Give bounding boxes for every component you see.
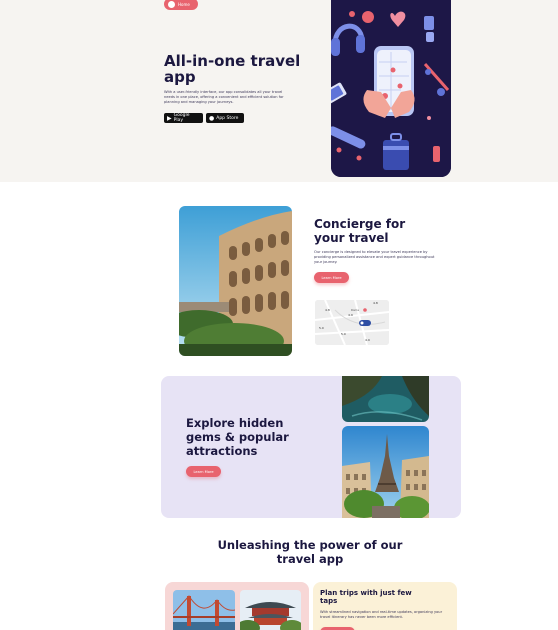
home-pill-label: Home — [178, 1, 190, 7]
power-section-title: Unleashing the power of our travel app — [217, 538, 403, 566]
hero-section: Home All-in-one travel app With a user-f… — [0, 0, 558, 182]
explore-learn-more-label: Learn More — [193, 469, 214, 474]
ocean-photo — [342, 376, 429, 422]
home-pill[interactable]: Home — [164, 0, 198, 10]
explore-learn-more-button[interactable]: Learn More — [186, 466, 221, 477]
temple-photo — [240, 590, 301, 630]
colosseum-photo — [179, 206, 292, 356]
map-rating-label: 5.0 — [319, 326, 324, 330]
home-icon — [168, 0, 175, 8]
google-play-label: Google Play — [173, 113, 190, 123]
concierge-learn-more-button[interactable]: Learn More — [314, 272, 349, 283]
concierge-learn-more-label: Learn More — [321, 275, 342, 280]
hero-illustration — [331, 0, 451, 177]
map-rating-label: 5.0 — [341, 332, 346, 336]
hero-description: With a user-friendly interface, our app … — [164, 90, 284, 104]
map-preview[interactable]: 4.8 4.8 4.9 Roma 5.0 4.9 5.0 — [315, 300, 389, 345]
concierge-title: Concierge for your travel — [314, 217, 406, 245]
plan-trips-title: Plan trips with just few taps — [320, 589, 412, 605]
hero-title: All-in-one travel app — [164, 52, 301, 86]
app-store-label: App Store — [216, 115, 239, 121]
concierge-description: Our concierge is designed to elevate you… — [314, 250, 435, 264]
map-city-label: Roma — [351, 308, 359, 312]
golden-gate-photo — [173, 590, 235, 630]
explore-title: Explore hidden gems & popular attraction… — [186, 416, 289, 458]
map-rating-label: 4.9 — [365, 338, 370, 342]
app-store-button[interactable]: ● App Store — [206, 113, 244, 123]
map-rating-label: 4.8 — [373, 301, 378, 305]
plan-trips-description: With streamlined navigation and real-tim… — [320, 610, 443, 619]
apple-icon: ● — [209, 114, 215, 122]
google-play-button[interactable]: ▶ Google Play — [164, 113, 203, 123]
map-rating-label: 4.8 — [325, 308, 330, 312]
map-rating-label: 4.9 — [348, 313, 353, 317]
eiffel-tower-photo — [342, 426, 429, 518]
play-icon: ▶ — [167, 114, 172, 122]
